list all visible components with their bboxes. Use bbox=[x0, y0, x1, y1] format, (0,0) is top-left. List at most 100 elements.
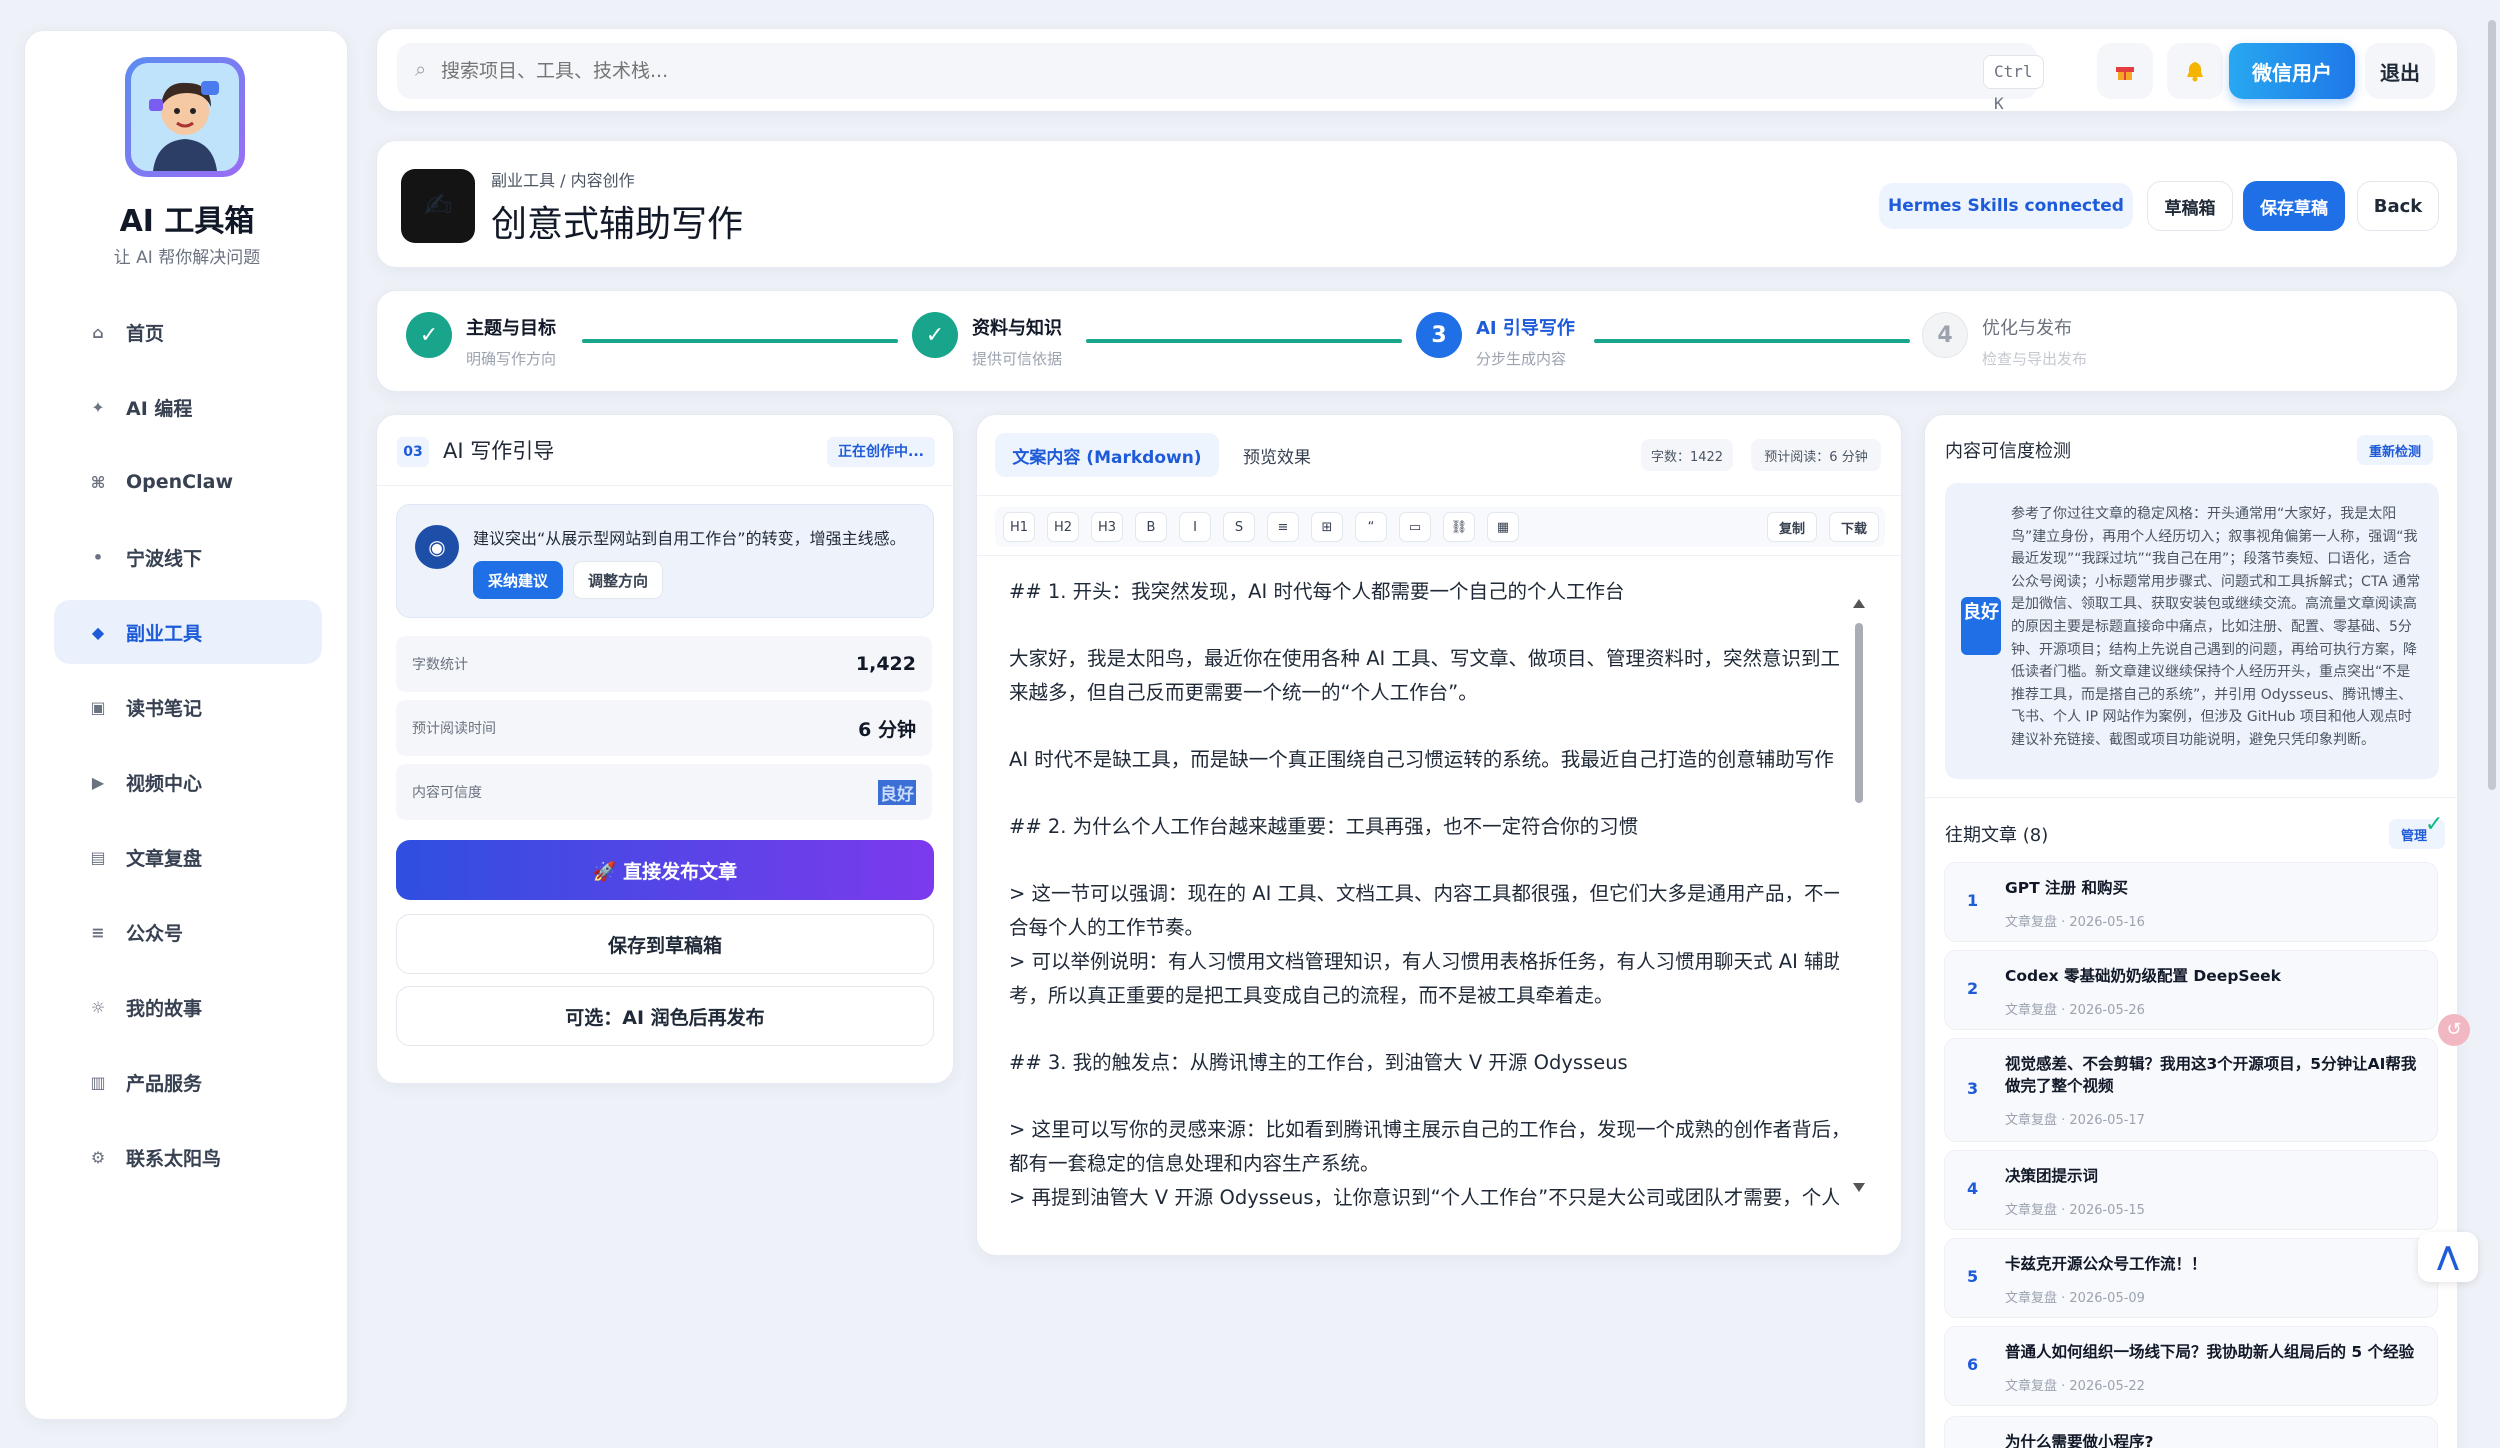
drafts-button[interactable]: 草稿箱 bbox=[2147, 181, 2233, 231]
credibility-badge: 良好 bbox=[1961, 597, 2001, 655]
gift-button[interactable] bbox=[2097, 43, 2153, 99]
history-article[interactable]: 6 普通人如何组织一场线下局？我协助新人组局后的 5 个经验 文章复盘 · 2026… bbox=[1944, 1326, 2438, 1406]
step-subtitle: 明确写作方向 bbox=[466, 350, 557, 368]
logout-button[interactable]: 退出 bbox=[2365, 43, 2435, 99]
credibility-card: 良好 参考了你过往文章的稳定风格：开头通常用“大家好，我是太阳鸟”建立身份，再用… bbox=[1945, 483, 2439, 779]
suggestion-text: 建议突出“从展示型网站到自用工作台”的转变，增强主线感。 bbox=[473, 529, 906, 548]
toolbar-image-button[interactable]: ▦ bbox=[1487, 512, 1519, 542]
history-article[interactable]: 7为什么需要做小程序? bbox=[1944, 1416, 2438, 1448]
word-count-stat: 字数统计 1,422 bbox=[396, 636, 932, 692]
trash-icon: ▥ bbox=[90, 1072, 106, 1092]
credibility-title: 内容可信度检测 bbox=[1945, 441, 2071, 462]
user-button[interactable]: 微信用户 bbox=[2229, 43, 2355, 99]
article-meta: 文章复盘 · 2026-05-22 bbox=[2005, 1379, 2145, 1394]
article-title: 卡兹克开源公众号工作流！！ bbox=[2005, 1255, 2207, 1273]
step-4[interactable]: 4 优化与发布 检查与导出发布 bbox=[1922, 312, 2087, 369]
editor-scrollbar[interactable] bbox=[1853, 599, 1865, 1215]
tab-preview[interactable]: 预览效果 bbox=[1227, 433, 1327, 477]
menu-icon: ≡ bbox=[91, 922, 105, 942]
robot-icon: ◉ bbox=[415, 525, 459, 569]
sidebar-item-label: 文章复盘 bbox=[126, 847, 203, 870]
tab-markdown[interactable]: 文案内容 (Markdown) bbox=[995, 433, 1219, 477]
sidebar-item-7[interactable]: ▶ 视频中心 bbox=[54, 750, 322, 814]
sidebar-item-6[interactable]: ▣ 读书笔记 bbox=[54, 675, 322, 739]
sidebar-item-5[interactable]: ◆ 副业工具 bbox=[54, 600, 322, 664]
editor-panel: 文案内容 (Markdown) 预览效果 字数：1422 预计阅读：6 分钟 H… bbox=[976, 414, 1902, 1256]
toolbar-h3-button[interactable]: H3 bbox=[1091, 512, 1123, 542]
sidebar-item-label: 联系太阳鸟 bbox=[126, 1147, 222, 1170]
toolbar-link-button[interactable]: ⛓ bbox=[1443, 512, 1475, 542]
step-3[interactable]: 3 AI 引导写作 分步生成内容 bbox=[1416, 312, 1575, 369]
toolbar-strike-button[interactable]: S bbox=[1223, 512, 1255, 542]
search-box[interactable]: ⌕ Ctrl K bbox=[397, 43, 2044, 113]
save-to-drafts-button[interactable]: 保存到草稿箱 bbox=[396, 914, 934, 974]
sidebar-item-label: 产品服务 bbox=[126, 1072, 203, 1095]
editor-line: 合每个人的工作节奏。 bbox=[1009, 916, 1205, 939]
step-connector bbox=[1086, 339, 1402, 343]
editor-line: 都有一套稳定的信息处理和内容生产系统。 bbox=[1009, 1152, 1380, 1175]
history-article[interactable]: 3 视觉感差、不会剪辑？我用这3个开源项目，5分钟让AI帮我做完了整个视频 文章复盘… bbox=[1944, 1038, 2438, 1142]
toolbar-h2-button[interactable]: H2 bbox=[1047, 512, 1079, 542]
markdown-editor[interactable]: ## 1. 开头：我突然发现，AI 时代每个人都需要一个自己的个人工作台 大家好，… bbox=[1009, 575, 1839, 1233]
sidebar-item-9[interactable]: ≡ 公众号 bbox=[54, 900, 322, 964]
shortcut-hint: Ctrl K bbox=[1983, 55, 2044, 113]
translate-float-button[interactable]: ↺ bbox=[2438, 1014, 2470, 1046]
step-connector bbox=[582, 339, 898, 343]
gear-icon: ⚙ bbox=[90, 1147, 106, 1167]
accept-suggestion-button[interactable]: 采纳建议 bbox=[473, 561, 563, 599]
sidebar-item-1[interactable]: ⌂ 首页 bbox=[54, 300, 322, 364]
article-number: 1 bbox=[1967, 891, 1979, 910]
toolbar-bold-button[interactable]: B bbox=[1135, 512, 1167, 542]
editor-line: AI 时代不是缺工具，而是缺一个真正围绕自己习惯运转的系统。我最近自己打造的创意… bbox=[1009, 748, 1834, 771]
history-article[interactable]: 4 决策团提示词 文章复盘 · 2026-05-15 bbox=[1944, 1150, 2438, 1230]
sidebar-item-3[interactable]: ⌘ OpenClaw bbox=[54, 450, 322, 514]
sidebar-item-label: 读书笔记 bbox=[126, 697, 203, 720]
toolbar-list-button[interactable]: ≡ bbox=[1267, 512, 1299, 542]
back-button[interactable]: Back bbox=[2357, 181, 2439, 231]
step-2[interactable]: ✓ 资料与知识 提供可信依据 bbox=[912, 312, 1062, 369]
notification-button[interactable] bbox=[2167, 43, 2223, 99]
article-meta: 文章复盘 · 2026-05-09 bbox=[2005, 1291, 2145, 1306]
sidebar-item-11[interactable]: ▥ 产品服务 bbox=[54, 1050, 322, 1114]
adjust-direction-button[interactable]: 调整方向 bbox=[573, 561, 663, 599]
editor-line: > 再提到油管大 V 开源 Odysseus，让你意识到“个人工作台”不只是大公… bbox=[1009, 1186, 1839, 1209]
sidebar-item-12[interactable]: ⚙ 联系太阳鸟 bbox=[54, 1125, 322, 1189]
command-icon: ⌘ bbox=[90, 472, 106, 492]
tool-icon: ✍ bbox=[401, 169, 475, 243]
download-button[interactable]: 下载 bbox=[1829, 512, 1879, 542]
article-meta: 文章复盘 · 2026-05-15 bbox=[2005, 1203, 2145, 1218]
page-title: 创意式辅助写作 bbox=[491, 204, 744, 245]
recheck-button[interactable]: 重新检测 bbox=[2357, 435, 2433, 465]
toolbar-quote-button[interactable]: “ bbox=[1355, 512, 1387, 542]
step-1[interactable]: ✓ 主题与目标 明确写作方向 bbox=[406, 312, 556, 369]
article-number: 3 bbox=[1967, 1079, 1979, 1098]
history-article[interactable]: 5 卡兹克开源公众号工作流！！ 文章复盘 · 2026-05-09 bbox=[1944, 1238, 2438, 1318]
toolbar-italic-button[interactable]: I bbox=[1179, 512, 1211, 542]
sidebar-item-2[interactable]: ✦ AI 编程 bbox=[54, 375, 322, 439]
editor-line: ## 3. 我的触发点：从腾讯博主的工作台，到油管大 V 开源 Odysseus bbox=[1009, 1051, 1628, 1074]
sidebar-item-label: 副业工具 bbox=[126, 622, 203, 645]
history-article[interactable]: 2 Codex 零基础奶奶级配置 DeepSeek 文章复盘 · 2026-05-2… bbox=[1944, 950, 2438, 1030]
play-icon: ▶ bbox=[91, 772, 105, 792]
copy-button[interactable]: 复制 bbox=[1767, 512, 1817, 542]
history-article[interactable]: 1 GPT 注册 和购买 文章复盘 · 2026-05-16 bbox=[1944, 862, 2438, 942]
editor-line: 考，所以真正重要的是把工具变成自己的流程，而不是被工具牵着走。 bbox=[1009, 984, 1614, 1007]
search-input[interactable] bbox=[441, 53, 1541, 89]
sidebar-item-10[interactable]: ☼ 我的故事 bbox=[54, 975, 322, 1039]
sidebar-item-4[interactable]: • 宁波线下 bbox=[54, 525, 322, 589]
toolbar-code-button[interactable]: ▭ bbox=[1399, 512, 1431, 542]
page-scrollbar[interactable] bbox=[2488, 20, 2496, 790]
publish-button[interactable]: 🚀 直接发布文章 bbox=[396, 840, 934, 900]
editor-line: > 可以举例说明：有人习惯用文档管理知识，有人习惯用表格拆任务，有人习惯用聊天式… bbox=[1009, 950, 1839, 973]
toolbar-h1-button[interactable]: H1 bbox=[1003, 512, 1035, 542]
polish-publish-button[interactable]: 可选：AI 润色后再发布 bbox=[396, 986, 934, 1046]
save-draft-button[interactable]: 保存草稿 bbox=[2243, 181, 2345, 231]
book-icon: ▣ bbox=[90, 697, 106, 717]
assistant-float-button[interactable]: ⋀ bbox=[2418, 1232, 2478, 1282]
word-count-badge: 字数：1422 bbox=[1641, 439, 1733, 471]
toolbar-table-button[interactable]: ⊞ bbox=[1311, 512, 1343, 542]
sidebar-item-8[interactable]: ▤ 文章复盘 bbox=[54, 825, 322, 889]
